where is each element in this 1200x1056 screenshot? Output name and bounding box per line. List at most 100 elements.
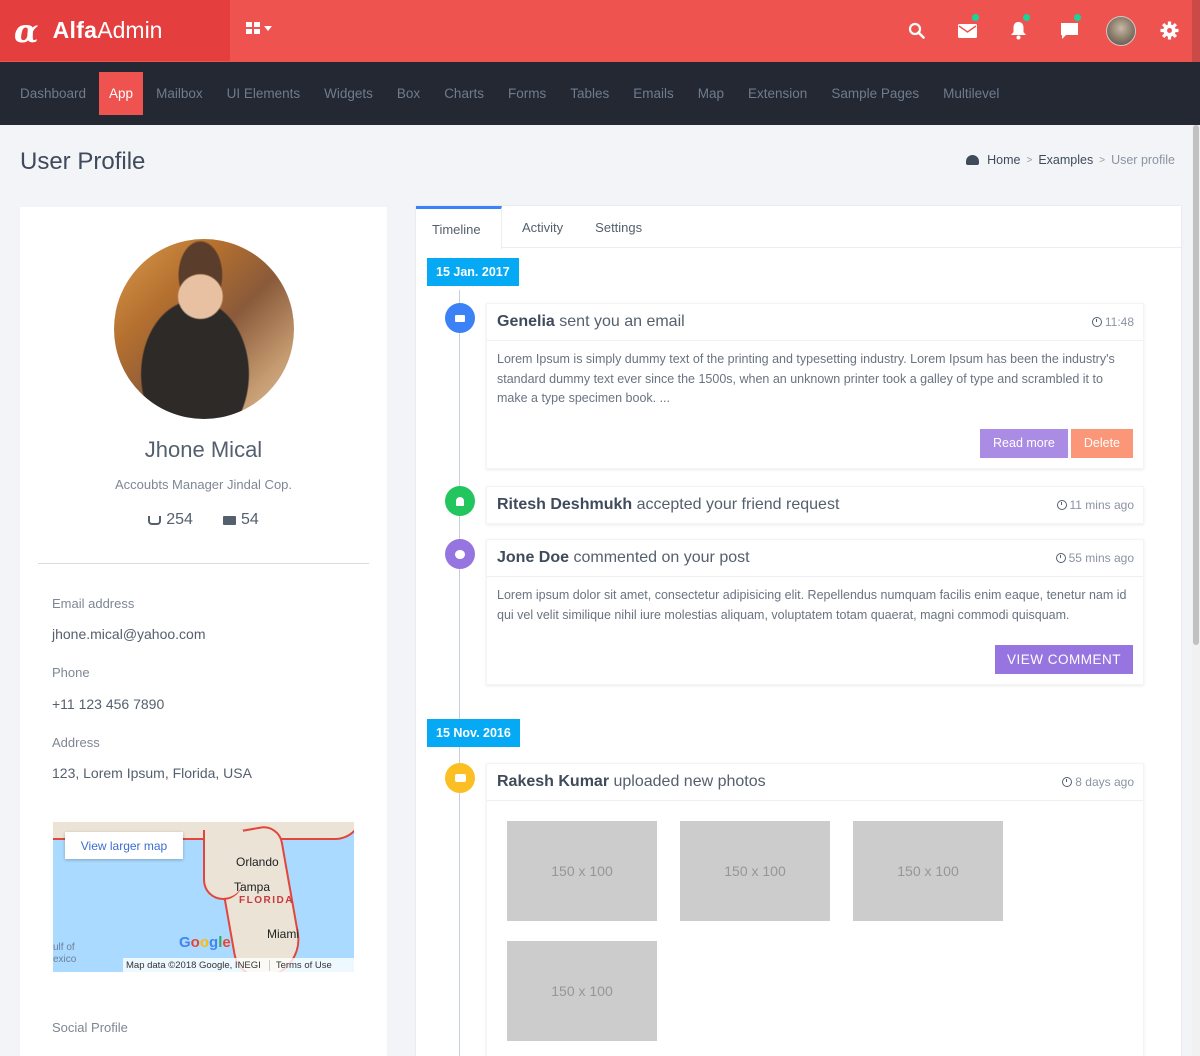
alpha-logo-icon: α — [14, 11, 39, 50]
camera-icon — [454, 774, 466, 782]
timeline-body-text: Lorem Ipsum is simply dummy text of the … — [497, 352, 1115, 405]
followers-stat: 254 — [148, 511, 193, 529]
page-scrollbar[interactable] — [1192, 125, 1200, 1056]
email-label: Email address — [52, 596, 135, 611]
nav-tables[interactable]: Tables — [558, 72, 621, 115]
map-terms-link[interactable]: Terms of Use — [268, 959, 332, 971]
nav-sample-pages[interactable]: Sample Pages — [819, 72, 931, 115]
timeline-actions: VIEW COMMENT — [497, 645, 1133, 674]
address-value: 123, Lorem Ipsum, Florida, USA — [52, 765, 252, 781]
mail-button[interactable] — [942, 0, 993, 61]
caret-down-icon — [264, 25, 272, 31]
breadcrumb-separator: > — [1026, 154, 1033, 166]
main-nav: Dashboard App Mailbox UI Elements Widget… — [0, 62, 1200, 125]
timeline-actor[interactable]: Ritesh Deshmukh — [497, 496, 632, 513]
gear-icon — [1159, 21, 1179, 40]
apps-menu-toggle[interactable] — [246, 22, 272, 34]
timeline-action: uploaded new photos — [613, 773, 766, 790]
timeline-action: accepted your friend request — [636, 496, 840, 513]
date-label: 15 Jan. 2017 — [427, 258, 519, 286]
photo-thumbnail[interactable]: 150 x 100 — [507, 941, 657, 1041]
timeline-item-header: Genelia sent you an email 11:48 — [487, 304, 1143, 340]
profile-photo — [114, 239, 294, 419]
chat-button[interactable] — [1044, 0, 1095, 61]
timeline-time-text: 8 days ago — [1075, 775, 1134, 789]
comment-icon — [455, 549, 465, 559]
timeline-item-header: Jone Doe commented on your post 55 mins … — [487, 540, 1143, 576]
view-larger-map-link[interactable]: View larger map — [65, 832, 183, 859]
nav-forms[interactable]: Forms — [496, 72, 558, 115]
breadcrumb-current: User profile — [1111, 153, 1175, 167]
mail-notification-dot — [972, 14, 979, 21]
page-title: User Profile — [20, 148, 146, 175]
nav-charts[interactable]: Charts — [432, 72, 496, 115]
search-icon — [908, 22, 925, 39]
photos-stat: 54 — [222, 511, 259, 529]
tab-settings[interactable]: Settings — [579, 206, 658, 248]
nav-ui-elements[interactable]: UI Elements — [215, 72, 313, 115]
timeline-card: Timeline Activity Settings 15 Jan. 2017 … — [416, 206, 1181, 1056]
nav-extension[interactable]: Extension — [736, 72, 819, 115]
nav-dashboard[interactable]: Dashboard — [8, 72, 98, 115]
timeline-actor[interactable]: Jone Doe — [497, 549, 569, 566]
timeline-time-text: 11:48 — [1104, 315, 1134, 329]
read-more-button[interactable]: Read more — [980, 428, 1068, 458]
delete-button[interactable]: Delete — [1070, 428, 1133, 458]
settings-button[interactable] — [1146, 0, 1192, 61]
bell-notification-dot — [1023, 14, 1030, 21]
header-actions — [891, 0, 1200, 62]
breadcrumb-examples[interactable]: Examples — [1038, 153, 1093, 167]
timeline-item: Rakesh Kumar uploaded new photos 8 days … — [486, 763, 1144, 1056]
view-comment-button[interactable]: VIEW COMMENT — [995, 645, 1133, 674]
tab-timeline[interactable]: Timeline — [416, 206, 502, 249]
timeline-item-body: Lorem Ipsum is simply dummy text of the … — [487, 340, 1143, 468]
clock-icon — [1055, 553, 1066, 563]
timeline-actor[interactable]: Genelia — [497, 313, 555, 330]
mail-icon — [958, 23, 977, 38]
divider — [38, 563, 369, 564]
timeline-item: Genelia sent you an email 11:48 Lorem Ip… — [486, 303, 1144, 469]
notifications-button[interactable] — [993, 0, 1044, 61]
nav-mailbox[interactable]: Mailbox — [144, 72, 215, 115]
scrollbar-track-top — [1192, 0, 1200, 62]
timeline-actor[interactable]: Rakesh Kumar — [497, 773, 609, 790]
timeline-time: 11 mins ago — [1056, 498, 1134, 512]
photo-thumbnail[interactable]: 150 x 100 — [507, 821, 657, 921]
profile-name: Jhone Mical — [144, 437, 263, 462]
nav-widgets[interactable]: Widgets — [312, 72, 385, 115]
users-icon — [148, 515, 162, 525]
nav-map[interactable]: Map — [686, 72, 736, 115]
scrollbar-thumb[interactable] — [1193, 125, 1199, 645]
timeline-item-title: Rakesh Kumar uploaded new photos — [497, 773, 766, 791]
user-menu-button[interactable] — [1095, 0, 1146, 61]
timeline-time: 8 days ago — [1062, 775, 1134, 789]
profile-role: Accoubts Manager Jindal Cop. — [114, 477, 293, 492]
social-profile-label: Social Profile — [52, 1020, 128, 1035]
google-logo: Google — [179, 934, 231, 951]
brand-name-bold: Alfa — [52, 17, 98, 43]
search-button[interactable] — [891, 0, 942, 61]
map-city-miami: Miami — [267, 927, 299, 941]
brand-logo[interactable]: α Alfa Admin — [0, 0, 230, 61]
nav-app[interactable]: App — [99, 72, 144, 115]
profile-tabs: Timeline Activity Settings — [416, 206, 1181, 249]
photo-thumbnail[interactable]: 150 x 100 — [680, 821, 830, 921]
map-attribution: Map data ©2018 Google, INEGI — [126, 959, 261, 971]
timeline-item-title: Jone Doe commented on your post — [497, 549, 750, 567]
tab-activity[interactable]: Activity — [502, 206, 579, 248]
clock-icon — [1056, 500, 1067, 510]
dashboard-gauge-icon — [966, 155, 980, 165]
chat-notification-dot — [1074, 14, 1081, 21]
nav-emails[interactable]: Emails — [621, 72, 686, 115]
photos-count: 54 — [240, 511, 259, 528]
photo-thumbnail[interactable]: 150 x 100 — [853, 821, 1003, 921]
breadcrumb-home[interactable]: Home — [987, 153, 1020, 167]
nav-box[interactable]: Box — [385, 72, 432, 115]
location-map[interactable]: View larger map Orlando Tampa FLORIDA Mi… — [53, 822, 354, 972]
timeline-time: 55 mins ago — [1055, 551, 1134, 565]
timeline-dot-friend — [445, 486, 475, 516]
timeline-dot-comment — [445, 539, 475, 569]
timeline-item: Ritesh Deshmukh accepted your friend req… — [486, 486, 1144, 524]
timeline-time-text: 11 mins ago — [1069, 498, 1134, 512]
nav-multilevel[interactable]: Multilevel — [931, 72, 1011, 115]
